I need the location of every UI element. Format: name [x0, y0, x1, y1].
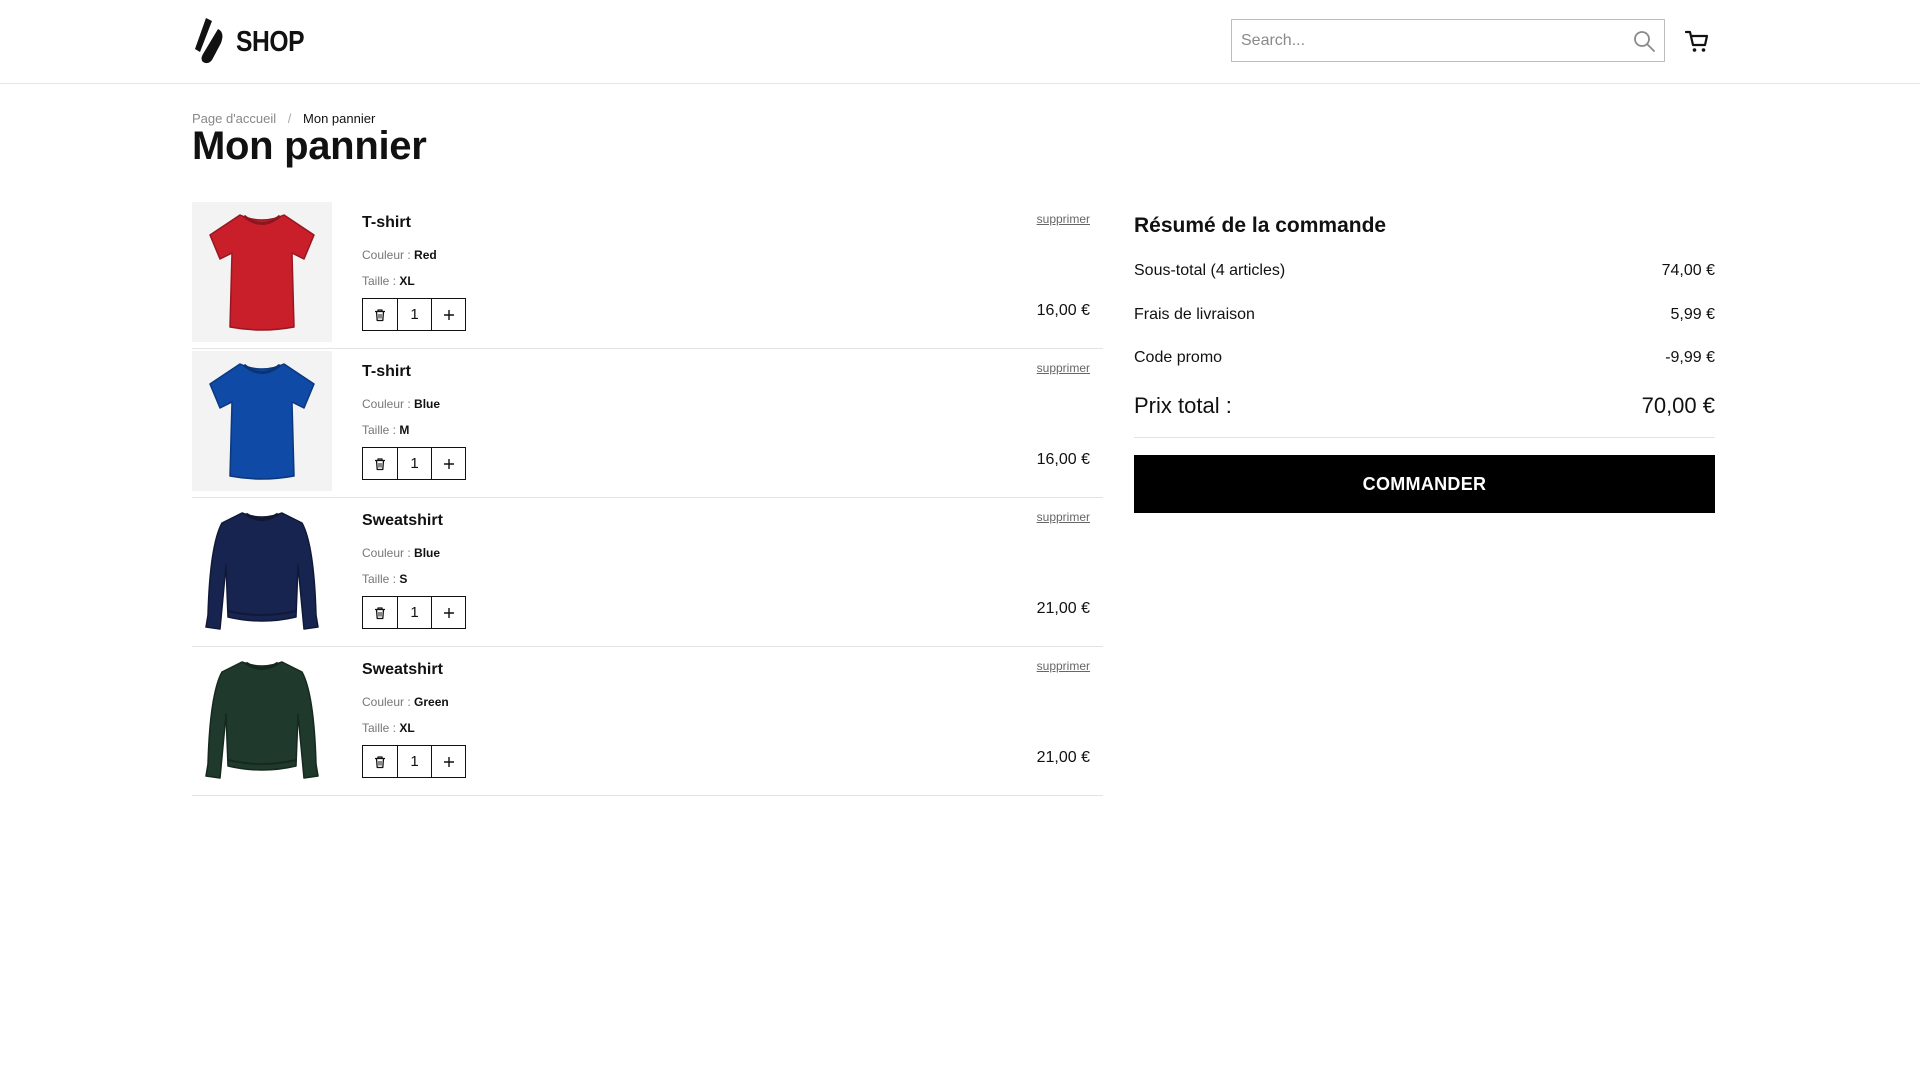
search-box [1231, 19, 1665, 62]
page-title: Mon pannier [192, 124, 427, 168]
product-image[interactable] [192, 351, 332, 491]
color-value: Red [414, 248, 437, 262]
plus-icon[interactable] [431, 597, 465, 628]
checkout-button[interactable]: COMMANDER [1134, 455, 1715, 513]
promo-row: Code promo -9,99 € [1134, 349, 1715, 367]
cart-icon[interactable] [1684, 28, 1710, 54]
product-size: Taille : S [362, 572, 407, 586]
product-image[interactable] [192, 649, 332, 789]
subtotal-row: Sous-total (4 articles) 74,00 € [1134, 262, 1715, 280]
color-label: Couleur : [362, 248, 411, 262]
plus-icon[interactable] [431, 746, 465, 777]
product-color: Couleur : Red [362, 248, 437, 262]
product-color: Couleur : Green [362, 695, 449, 709]
quantity-value: 1 [397, 448, 431, 479]
shipping-row: Frais de livraison 5,99 € [1134, 306, 1715, 324]
sweatshirt-image [205, 661, 319, 779]
trash-icon[interactable] [363, 597, 397, 628]
sweatshirt-image [205, 512, 319, 630]
product-name[interactable]: Sweatshirt [362, 512, 443, 530]
trash-icon[interactable] [363, 746, 397, 777]
subtotal-value: 74,00 € [1661, 262, 1715, 279]
cart-item: Sweatshirt Couleur : Blue Taille : S 1 s… [192, 498, 1103, 647]
size-label: Taille : [362, 274, 397, 288]
promo-label: Code promo [1134, 349, 1223, 366]
quantity-stepper: 1 [362, 745, 466, 778]
trash-icon[interactable] [363, 299, 397, 330]
tshirt-image [209, 363, 315, 480]
remove-item-link[interactable]: supprimer [1037, 212, 1090, 226]
quantity-value: 1 [397, 299, 431, 330]
product-name[interactable]: T-shirt [362, 363, 411, 381]
item-price: 21,00 € [1036, 749, 1090, 766]
shipping-label: Frais de livraison [1134, 306, 1255, 323]
plus-icon[interactable] [431, 299, 465, 330]
quantity-value: 1 [397, 597, 431, 628]
product-color: Couleur : Blue [362, 546, 440, 560]
color-label: Couleur : [362, 695, 411, 709]
product-size: Taille : XL [362, 274, 415, 288]
size-label: Taille : [362, 423, 397, 437]
item-price: 16,00 € [1036, 451, 1090, 468]
product-size: Taille : M [362, 423, 409, 437]
shipping-value: 5,99 € [1670, 306, 1715, 323]
quantity-stepper: 1 [362, 447, 466, 480]
product-name[interactable]: Sweatshirt [362, 661, 443, 679]
size-value: M [399, 423, 410, 437]
slash-logo-icon [192, 16, 226, 69]
color-label: Couleur : [362, 546, 411, 560]
item-price: 16,00 € [1036, 302, 1090, 319]
quantity-stepper: 1 [362, 298, 466, 331]
size-value: XL [399, 721, 415, 735]
size-value: S [399, 572, 408, 586]
size-value: XL [399, 274, 415, 288]
color-value: Blue [414, 397, 441, 411]
site-header: SHOP [0, 0, 1920, 84]
product-image[interactable] [192, 500, 332, 640]
quantity-stepper: 1 [362, 596, 466, 629]
color-label: Couleur : [362, 397, 411, 411]
plus-icon[interactable] [431, 448, 465, 479]
remove-item-link[interactable]: supprimer [1037, 659, 1090, 673]
search-input[interactable] [1232, 20, 1612, 61]
subtotal-label: Sous-total (4 articles) [1134, 262, 1286, 279]
total-label: Prix total : [1134, 393, 1232, 418]
product-image[interactable] [192, 202, 332, 342]
trash-icon[interactable] [363, 448, 397, 479]
quantity-value: 1 [397, 746, 431, 777]
product-size: Taille : XL [362, 721, 415, 735]
summary-divider [1134, 437, 1715, 438]
product-name[interactable]: T-shirt [362, 214, 411, 232]
total-value: 70,00 € [1641, 393, 1715, 418]
cart-item: Sweatshirt Couleur : Green Taille : XL 1… [192, 647, 1103, 796]
shop-logo[interactable]: SHOP [192, 16, 316, 69]
product-color: Couleur : Blue [362, 397, 440, 411]
total-row: Prix total : 70,00 € [1134, 393, 1715, 419]
cart-item: T-shirt Couleur : Red Taille : XL 1 supp… [192, 200, 1103, 349]
tshirt-image [209, 214, 315, 331]
size-label: Taille : [362, 721, 397, 735]
summary-title: Résumé de la commande [1134, 214, 1387, 237]
logo-text: SHOP [236, 25, 305, 58]
search-icon[interactable] [1632, 29, 1656, 53]
promo-value: -9,99 € [1665, 349, 1715, 366]
color-value: Blue [414, 546, 441, 560]
item-price: 21,00 € [1036, 600, 1090, 617]
size-label: Taille : [362, 572, 397, 586]
color-value: Green [414, 695, 449, 709]
remove-item-link[interactable]: supprimer [1037, 361, 1090, 375]
remove-item-link[interactable]: supprimer [1037, 510, 1090, 524]
cart-item-list: T-shirt Couleur : Red Taille : XL 1 supp… [192, 200, 1103, 796]
cart-item: T-shirt Couleur : Blue Taille : M 1 supp… [192, 349, 1103, 498]
